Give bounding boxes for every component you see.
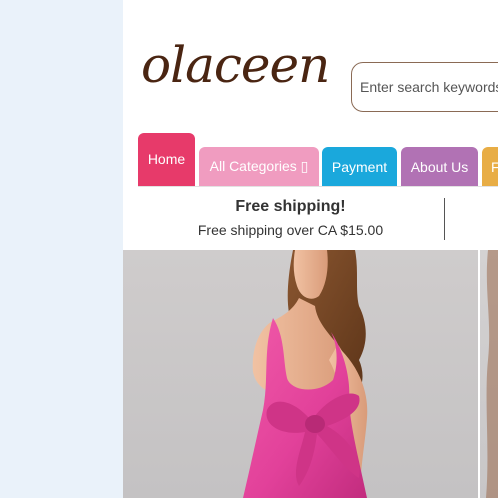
tab-home-label: Home [147,151,186,167]
hero-banner-image[interactable] [123,250,478,498]
hero-next-slide[interactable] [480,250,498,498]
tab-more-label: F [491,158,498,175]
tab-all-categories-label: All Categories ▯ [209,158,309,174]
promo-title: Free shipping! [235,198,346,215]
main-nav: Home All Categories ▯ Payment About Us F [138,0,498,190]
tab-home[interactable]: Home [138,133,195,187]
tab-payment-label: Payment [331,158,388,175]
next-slide-photo [486,250,498,498]
model-photo [243,250,368,498]
promo-divider [444,198,445,240]
bow-knot [305,415,325,433]
tab-payment[interactable]: Payment [322,147,397,186]
store-page: olaceen Home All Categories ▯ Payment Ab… [123,0,498,498]
tab-about-us[interactable]: About Us [401,147,478,186]
promo-subtitle: Free shipping over CA $15.00 [197,222,384,238]
tab-all-categories[interactable]: All Categories ▯ [199,147,319,186]
nav-underline [138,186,498,187]
tab-more[interactable]: F [482,147,498,186]
tab-about-us-label: About Us [410,158,469,175]
